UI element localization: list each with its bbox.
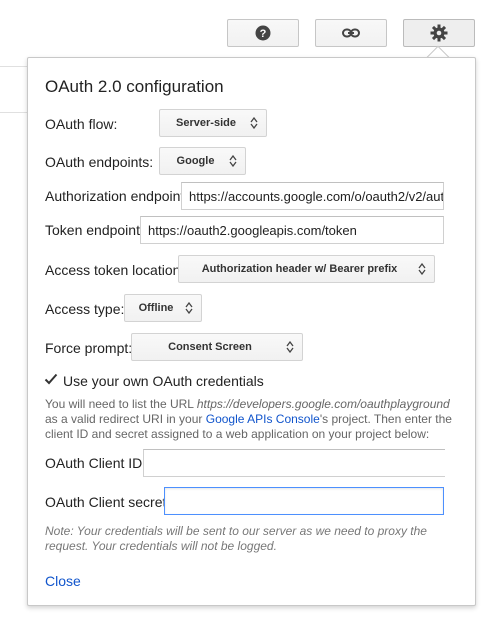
- help-button[interactable]: ?: [227, 19, 299, 47]
- token-endpoint-label: Token endpoint:: [45, 222, 144, 238]
- redirect-uri-help: You will need to list the URL https://de…: [45, 397, 463, 442]
- force-prompt-label: Force prompt:: [45, 340, 133, 356]
- help-text-part1: You will need to list the URL: [45, 397, 197, 411]
- page-divider-top: [0, 66, 30, 67]
- access-type-value: Offline: [138, 302, 174, 314]
- oauth-flow-select[interactable]: Server-side: [159, 109, 267, 137]
- select-arrows-icon: [229, 155, 237, 167]
- access-token-location-label: Access token location:: [45, 262, 185, 278]
- oauth-endpoints-value: Google: [176, 155, 215, 167]
- link-icon: [342, 28, 360, 38]
- credentials-note: Note: Your credentials will be sent to o…: [45, 524, 427, 553]
- select-arrows-icon: [250, 117, 258, 129]
- authorization-endpoint-label: Authorization endpoint:: [45, 188, 189, 204]
- force-prompt-select[interactable]: Consent Screen: [131, 333, 303, 361]
- oauth-flow-label: OAuth flow:: [45, 116, 118, 132]
- settings-button[interactable]: [403, 19, 475, 47]
- oauth-endpoints-select[interactable]: Google: [159, 147, 246, 175]
- close-link[interactable]: Close: [45, 573, 81, 589]
- authorization-endpoint-input[interactable]: https://accounts.google.com/o/oauth2/v2/…: [181, 182, 444, 210]
- help-text-part2: as a valid redirect URI in your: [45, 412, 206, 426]
- google-apis-console-link[interactable]: Google APIs Console: [206, 412, 320, 426]
- access-token-location-value: Authorization header w/ Bearer prefix: [201, 263, 398, 275]
- client-id-input[interactable]: [143, 449, 445, 477]
- redirect-url: https://developers.google.com/oauthplayg…: [196, 397, 450, 411]
- gear-icon: [430, 24, 448, 42]
- oauth-flow-value: Server-side: [176, 117, 236, 129]
- page-divider-bottom: [0, 112, 30, 113]
- link-button[interactable]: [315, 19, 387, 47]
- access-type-label: Access type:: [45, 301, 125, 317]
- access-token-location-select[interactable]: Authorization header w/ Bearer prefix: [178, 255, 435, 283]
- own-credentials-label[interactable]: Use your own OAuth credentials: [63, 373, 264, 389]
- access-type-select[interactable]: Offline: [124, 294, 202, 322]
- client-id-label: OAuth Client ID:: [45, 455, 147, 471]
- checkmark-icon: [44, 373, 58, 385]
- select-arrows-icon: [185, 302, 193, 314]
- force-prompt-value: Consent Screen: [168, 341, 252, 353]
- select-arrows-icon: [286, 341, 294, 353]
- own-credentials-checkbox[interactable]: [44, 372, 58, 386]
- token-endpoint-input[interactable]: https://oauth2.googleapis.com/token: [140, 216, 444, 244]
- client-secret-label: OAuth Client secret:: [45, 494, 171, 510]
- svg-text:?: ?: [260, 28, 267, 40]
- client-secret-input[interactable]: [164, 487, 444, 515]
- panel-title: OAuth 2.0 configuration: [45, 77, 224, 96]
- oauth-config-panel: OAuth 2.0 configuration OAuth flow: Serv…: [27, 57, 476, 606]
- question-circle-icon: ?: [255, 25, 271, 41]
- select-arrows-icon: [418, 263, 426, 275]
- oauth-endpoints-label: OAuth endpoints:: [45, 154, 154, 170]
